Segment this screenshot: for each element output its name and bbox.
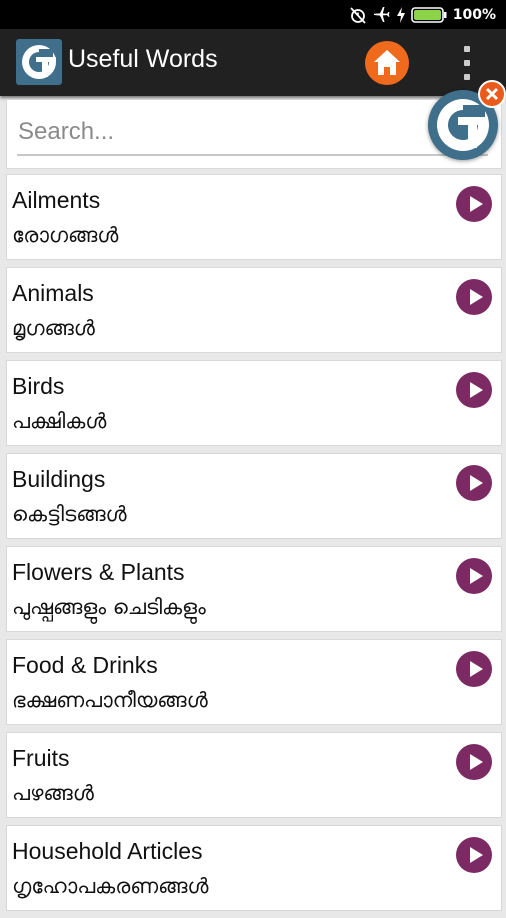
status-bar: 100% xyxy=(0,0,506,29)
list-item[interactable]: Fruits പഴങ്ങൾ xyxy=(6,732,502,818)
airplane-icon xyxy=(373,7,390,22)
item-title: Birds xyxy=(12,373,65,399)
item-subtitle: മൃഗങ്ങൾ xyxy=(12,316,95,340)
item-title: Buildings xyxy=(12,466,106,492)
item-title: Household Articles xyxy=(12,838,203,864)
play-icon[interactable] xyxy=(456,837,492,873)
home-button[interactable] xyxy=(365,41,409,85)
item-subtitle: പുഷ്പങ്ങളും ചെടികളും xyxy=(12,595,206,619)
category-list: Ailments രോഗങ്ങൾ Animals മൃഗങ്ങൾ Birds പ… xyxy=(6,174,502,918)
app-title: Useful Words xyxy=(68,45,218,73)
list-item[interactable]: Household Articles ഗൃഹോപകരണങ്ങൾ xyxy=(6,825,502,911)
play-icon[interactable] xyxy=(456,279,492,315)
item-title: Ailments xyxy=(12,187,101,213)
battery-percent: 100% xyxy=(452,7,496,23)
battery-icon xyxy=(410,7,447,23)
alarm-off-icon xyxy=(350,7,366,24)
home-icon xyxy=(374,50,400,75)
list-item[interactable]: Animals മൃഗങ്ങൾ xyxy=(6,267,502,353)
charging-icon xyxy=(396,7,405,23)
item-subtitle: പക്ഷികൾ xyxy=(12,409,107,433)
item-title: Fruits xyxy=(12,745,70,771)
play-icon[interactable] xyxy=(456,465,492,501)
item-subtitle: ഗൃഹോപകരണങ്ങൾ xyxy=(12,874,209,898)
list-item[interactable]: Ailments രോഗങ്ങൾ xyxy=(6,174,502,260)
close-icon xyxy=(485,87,499,101)
item-subtitle: പഴങ്ങൾ xyxy=(12,781,94,805)
play-icon[interactable] xyxy=(456,186,492,222)
list-item[interactable]: Birds പക്ഷികൾ xyxy=(6,360,502,446)
list-item[interactable]: Buildings കെട്ടിടങ്ങൾ xyxy=(6,453,502,539)
overflow-menu-icon[interactable] xyxy=(455,43,479,83)
play-icon[interactable] xyxy=(456,651,492,687)
app-logo-icon[interactable] xyxy=(16,39,62,85)
item-subtitle: ഭക്ഷണപാനീയങ്ങൾ xyxy=(12,688,208,712)
play-icon[interactable] xyxy=(456,558,492,594)
app-bar: Useful Words xyxy=(0,29,506,96)
close-floating-button[interactable] xyxy=(478,80,506,108)
item-title: Food & Drinks xyxy=(12,652,158,678)
item-title: Animals xyxy=(12,280,94,306)
play-icon[interactable] xyxy=(456,744,492,780)
item-subtitle: രോഗങ്ങൾ xyxy=(12,223,119,247)
search-input[interactable] xyxy=(17,110,488,156)
play-icon[interactable] xyxy=(456,372,492,408)
list-item[interactable]: Flowers & Plants പുഷ്പങ്ങളും ചെടികളും xyxy=(6,546,502,632)
list-item[interactable]: Food & Drinks ഭക്ഷണപാനീയങ്ങൾ xyxy=(6,639,502,725)
item-subtitle: കെട്ടിടങ്ങൾ xyxy=(12,502,127,526)
item-title: Flowers & Plants xyxy=(12,559,185,585)
